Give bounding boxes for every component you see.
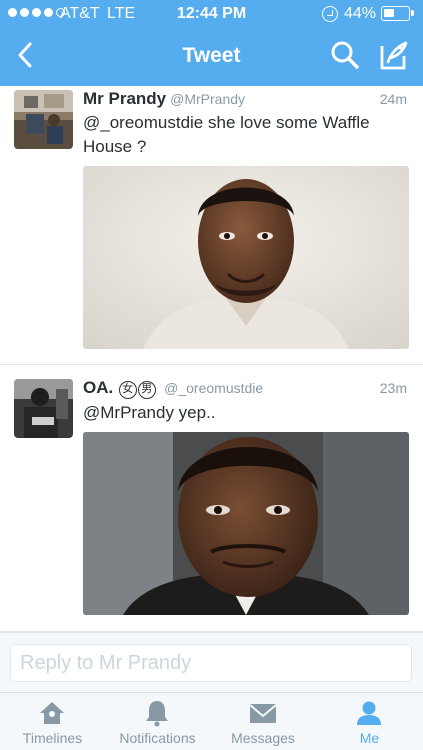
tab-label: Timelines (22, 730, 83, 746)
tab-me[interactable]: Me (316, 693, 423, 750)
person-icon (357, 701, 381, 725)
tab-notifications[interactable]: Notifications (105, 693, 210, 750)
tweet-header: Mr Prandy @MrPrandy (83, 89, 245, 109)
status-bar: AT&T LTE 12:44 PM 44% (0, 0, 423, 28)
tab-messages[interactable]: Messages (210, 693, 316, 750)
search-button[interactable] (330, 40, 360, 70)
tab-timelines[interactable]: Timelines (0, 693, 105, 750)
nav-header: AT&T LTE 12:44 PM 44% Tweet (0, 0, 423, 86)
avatar[interactable] (14, 90, 73, 149)
search-icon (331, 41, 359, 69)
user-name[interactable]: OA. (83, 378, 113, 397)
tweet[interactable]: Mr Prandy @MrPrandy 24m @_oreomustdie she… (0, 86, 423, 365)
envelope-icon (249, 704, 277, 723)
user-handle[interactable]: @_oreomustdie (164, 380, 263, 396)
tab-label: Messages (231, 730, 295, 746)
tab-label: Me (359, 730, 380, 746)
battery-percent: 44% (344, 5, 377, 22)
compose-button[interactable] (378, 40, 410, 72)
rotation-lock-icon (322, 6, 338, 22)
tweet-text: @MrPrandy yep.. (83, 403, 216, 422)
tab-bar: Timelines Notifications Messages Me (0, 692, 423, 750)
tweet-timestamp: 23m (379, 380, 407, 396)
male-badge: 男 (137, 381, 156, 399)
tweet-photo[interactable] (83, 432, 409, 615)
tab-label: Notifications (119, 730, 196, 746)
tweet-timestamp: 24m (379, 91, 407, 107)
tweet[interactable]: OA. 女男 @_oreomustdie 23m @MrPrandy yep.. (0, 365, 423, 632)
user-handle[interactable]: @MrPrandy (170, 91, 245, 107)
home-icon (40, 702, 64, 724)
reply-bar (0, 632, 423, 692)
reply-input[interactable] (10, 644, 412, 682)
tweet-text: @_oreomustdie she love some Waffle House… (83, 113, 370, 156)
battery-icon (381, 6, 414, 21)
compose-icon (380, 41, 408, 70)
bell-icon (146, 701, 168, 727)
user-name[interactable]: Mr Prandy (83, 89, 166, 108)
tweet-photo[interactable] (83, 166, 409, 349)
avatar[interactable] (14, 379, 73, 438)
female-badge: 女 (118, 381, 137, 399)
tweet-header: OA. 女男 @_oreomustdie (83, 378, 263, 399)
